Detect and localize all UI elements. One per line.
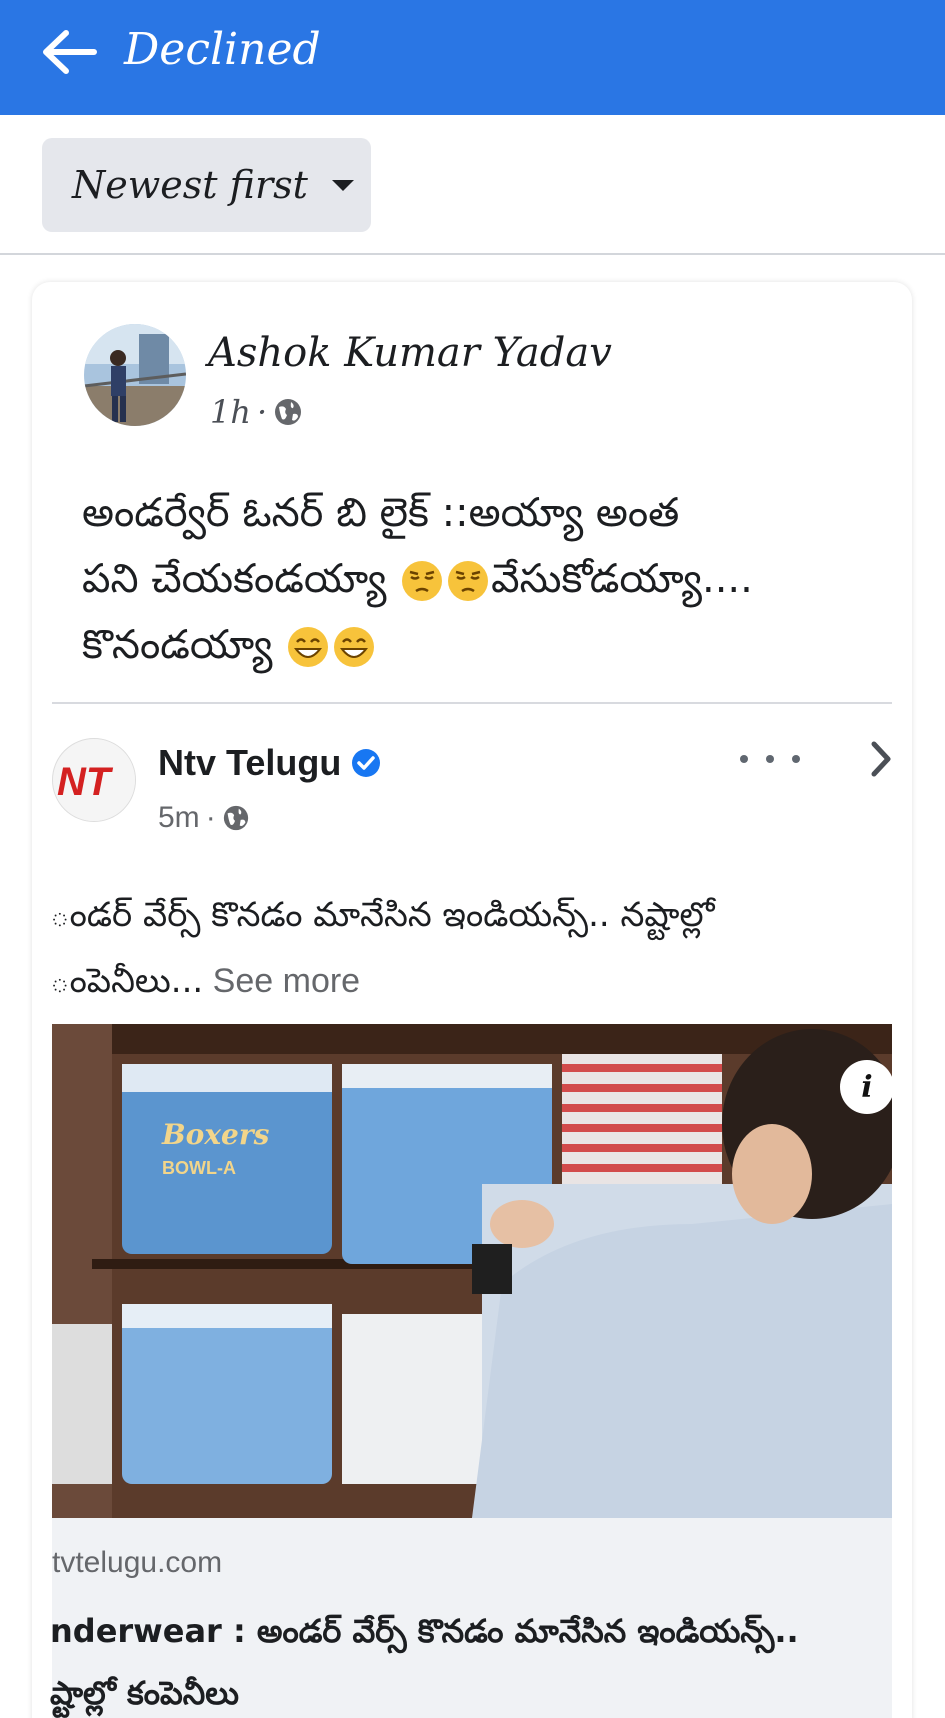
post-text-fragment: కొనండయ్యా [82,622,286,668]
post-time[interactable]: 1h [210,393,251,431]
post-meta: 1h · [210,392,303,432]
page-title: Declined [124,24,321,75]
pensive-face-icon [402,561,443,601]
meta-separator: · [256,393,268,431]
pensive-face-icon [448,561,489,601]
top-app-bar: Declined [0,0,945,115]
more-options-button[interactable] [740,744,800,774]
avatar[interactable] [84,324,186,426]
link-domain: tvtelugu.com [52,1546,223,1579]
next-button[interactable] [866,736,896,782]
shared-post-text: ండర్ వేర్స్ కొనడం మానేసిన ఇండియన్స్.. నష… [50,882,900,1014]
post-author-name[interactable]: Ashok Kumar Yadav [208,328,612,378]
sort-label: Newest first [72,163,308,207]
link-title[interactable]: nderwear : అండర్ వేర్స్ కొనడం మానేసిన ఇం… [50,1600,900,1718]
image-brand-sub: BOWL-A [162,1158,236,1178]
link-title-line: nderwear : అండర్ వేర్స్ కొనడం మానేసిన ఇం… [50,1612,799,1650]
shared-post-meta: 5m · [158,800,250,836]
sort-dropdown[interactable]: Newest first [42,138,371,232]
grinning-face-icon [334,627,375,667]
post-divider [52,702,892,704]
ntv-logo-icon: NT [53,739,135,821]
page-logo[interactable]: NT [52,738,136,822]
shared-text-line: ండర్ వేర్స్ కొనడం మానేసిన ఇండియన్స్.. నష… [50,895,715,935]
shared-text-fragment: ంపెనీలు... [50,961,204,1001]
shared-text-line: ంపెనీలు... See more [50,948,900,1014]
post-text-line: పని చేయకండయ్యా వేసుకోడయ్యా.... [82,546,902,612]
chevron-right-icon [871,741,891,777]
post-text-line: అండర్వేర్ ఓనర్ బి లైక్ ::అయ్యా అంత [82,490,680,536]
underwear-store-photo: Boxers BOWL-A [52,1024,892,1518]
shared-page-name[interactable]: Ntv Telugu [158,740,381,786]
post-text-line: కొనండయ్యా [82,612,902,678]
info-button[interactable]: i [840,1060,894,1114]
arrow-left-icon [43,30,97,74]
more-horizontal-icon [740,755,748,763]
back-button[interactable] [40,22,110,82]
caret-down-icon [331,179,354,191]
globe-icon [223,805,248,831]
meta-separator: · [205,801,216,834]
image-brand-text: Boxers [161,1118,270,1151]
globe-icon [275,399,302,425]
section-divider [0,253,945,255]
link-title-line: ష్టాల్లో కంపెనీలు [50,1674,239,1712]
more-horizontal-icon [766,755,774,763]
shared-post-time[interactable]: 5m [158,801,200,835]
grinning-face-icon [288,627,329,667]
see-more-link[interactable]: See more [203,962,360,1000]
info-icon: i [861,1069,873,1105]
logo-text: NT [57,760,114,804]
verified-badge-icon [352,749,381,777]
post-text-fragment: వేసుకోడయ్యా.... [491,556,753,602]
more-horizontal-icon [792,755,800,763]
post-text-fragment: పని చేయకండయ్యా [82,556,400,602]
shared-page-name-text: Ntv Telugu [158,742,342,783]
post-text: అండర్వేర్ ఓనర్ బి లైక్ ::అయ్యా అంత పని చ… [82,480,902,678]
avatar-photo [84,324,186,426]
link-preview-image[interactable]: Boxers BOWL-A [52,1024,892,1518]
